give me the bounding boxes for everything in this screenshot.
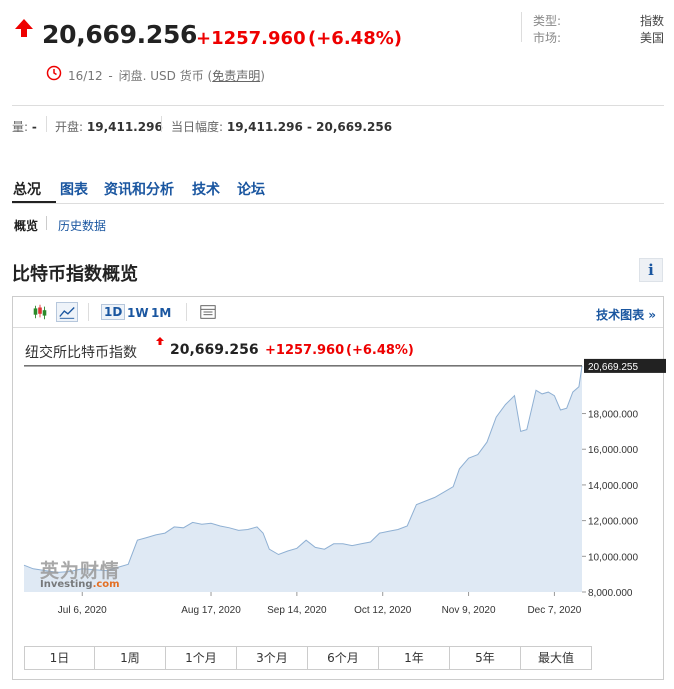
tab-chart[interactable]: 图表 (60, 179, 88, 199)
range-button[interactable]: 5年 (450, 646, 521, 670)
day-range-value: 19,411.296 - 20,669.256 (226, 120, 393, 134)
subtab-summary[interactable]: 概览 (14, 217, 38, 234)
clock-icon (46, 65, 62, 81)
volume-stat: 量: - (12, 118, 37, 135)
subtab-historical-data[interactable]: 历史数据 (58, 217, 106, 234)
tab-news-analysis[interactable]: 资讯和分析 (104, 179, 174, 199)
type-label: 类型: (533, 14, 562, 28)
open-label: 开盘: (55, 120, 84, 134)
market-value: 美国 (639, 31, 664, 45)
subtab-separator (46, 216, 47, 230)
chart-price: 20,669.256 (170, 342, 259, 358)
market-state: 闭盘. (118, 69, 147, 83)
range-button[interactable]: 1日 (24, 646, 95, 670)
watermark-en: Investing.com (40, 579, 120, 590)
last-price: 20,669.256 (42, 20, 198, 49)
divider (12, 105, 664, 106)
technical-chart-link[interactable]: 技术图表 » (596, 306, 656, 323)
meta-divider (521, 12, 522, 42)
day-range-label: 当日幅度: (171, 120, 224, 134)
day-range-stat: 当日幅度: 19,411.296 - 20,669.256 (171, 118, 392, 135)
range-button[interactable]: 最大值 (521, 646, 592, 670)
watermark-en-name: Investing (40, 579, 93, 590)
market-label: 市场: (533, 31, 562, 45)
toolbar-separator (186, 303, 187, 321)
tab-forum[interactable]: 论坛 (237, 179, 265, 199)
quote-date: 16/12 (68, 69, 103, 83)
chart-instrument-name: 纽交所比特币指数 (25, 345, 137, 361)
disclaimer-link[interactable]: 免责声明 (212, 69, 260, 83)
info-button[interactable]: i (639, 258, 663, 282)
candlestick-icon[interactable] (29, 302, 51, 322)
currency-label: USD 货币 (150, 69, 204, 83)
section-title: 比特币指数概览 (12, 264, 138, 285)
open-value: 19,411.296 (86, 120, 163, 134)
chart-change-percent: (+6.48%) (346, 343, 414, 358)
watermark-en-suffix: .com (92, 579, 120, 590)
open-stat: 开盘: 19,411.296 (55, 118, 163, 135)
range-button[interactable]: 1年 (379, 646, 450, 670)
range-1m-button[interactable]: 1M (151, 306, 171, 320)
tab-technical[interactable]: 技术 (192, 179, 220, 199)
price-change-percent: (+6.48%) (308, 28, 402, 49)
range-1d-button[interactable]: 1D (101, 304, 126, 320)
volume-value: - (31, 120, 37, 134)
tab-overview[interactable]: 总况 (13, 179, 41, 199)
toolbar-divider (13, 327, 663, 328)
status-separator: - (108, 69, 113, 83)
table-view-icon[interactable] (197, 302, 219, 322)
toolbar-separator (88, 303, 89, 321)
stat-separator (46, 116, 47, 132)
type-value: 指数 (639, 14, 664, 28)
up-arrow-icon (15, 19, 33, 37)
stat-separator (161, 116, 162, 132)
up-arrow-icon (156, 337, 164, 345)
tabs-divider (12, 203, 664, 204)
price-change: +1257.960 (196, 28, 306, 49)
range-button[interactable]: 1个月 (166, 646, 237, 670)
area-chart-icon[interactable] (56, 302, 78, 322)
volume-label: 量: (12, 120, 29, 134)
market-status: 16/12 - 闭盘. USD 货币 (免责声明) (68, 67, 265, 84)
disclaimer-close-paren: ) (260, 69, 265, 83)
range-button[interactable]: 1周 (95, 646, 166, 670)
range-button[interactable]: 3个月 (237, 646, 308, 670)
range-button[interactable]: 6个月 (308, 646, 379, 670)
chart-change: +1257.960 (265, 343, 345, 358)
range-1w-button[interactable]: 1W (127, 306, 149, 320)
